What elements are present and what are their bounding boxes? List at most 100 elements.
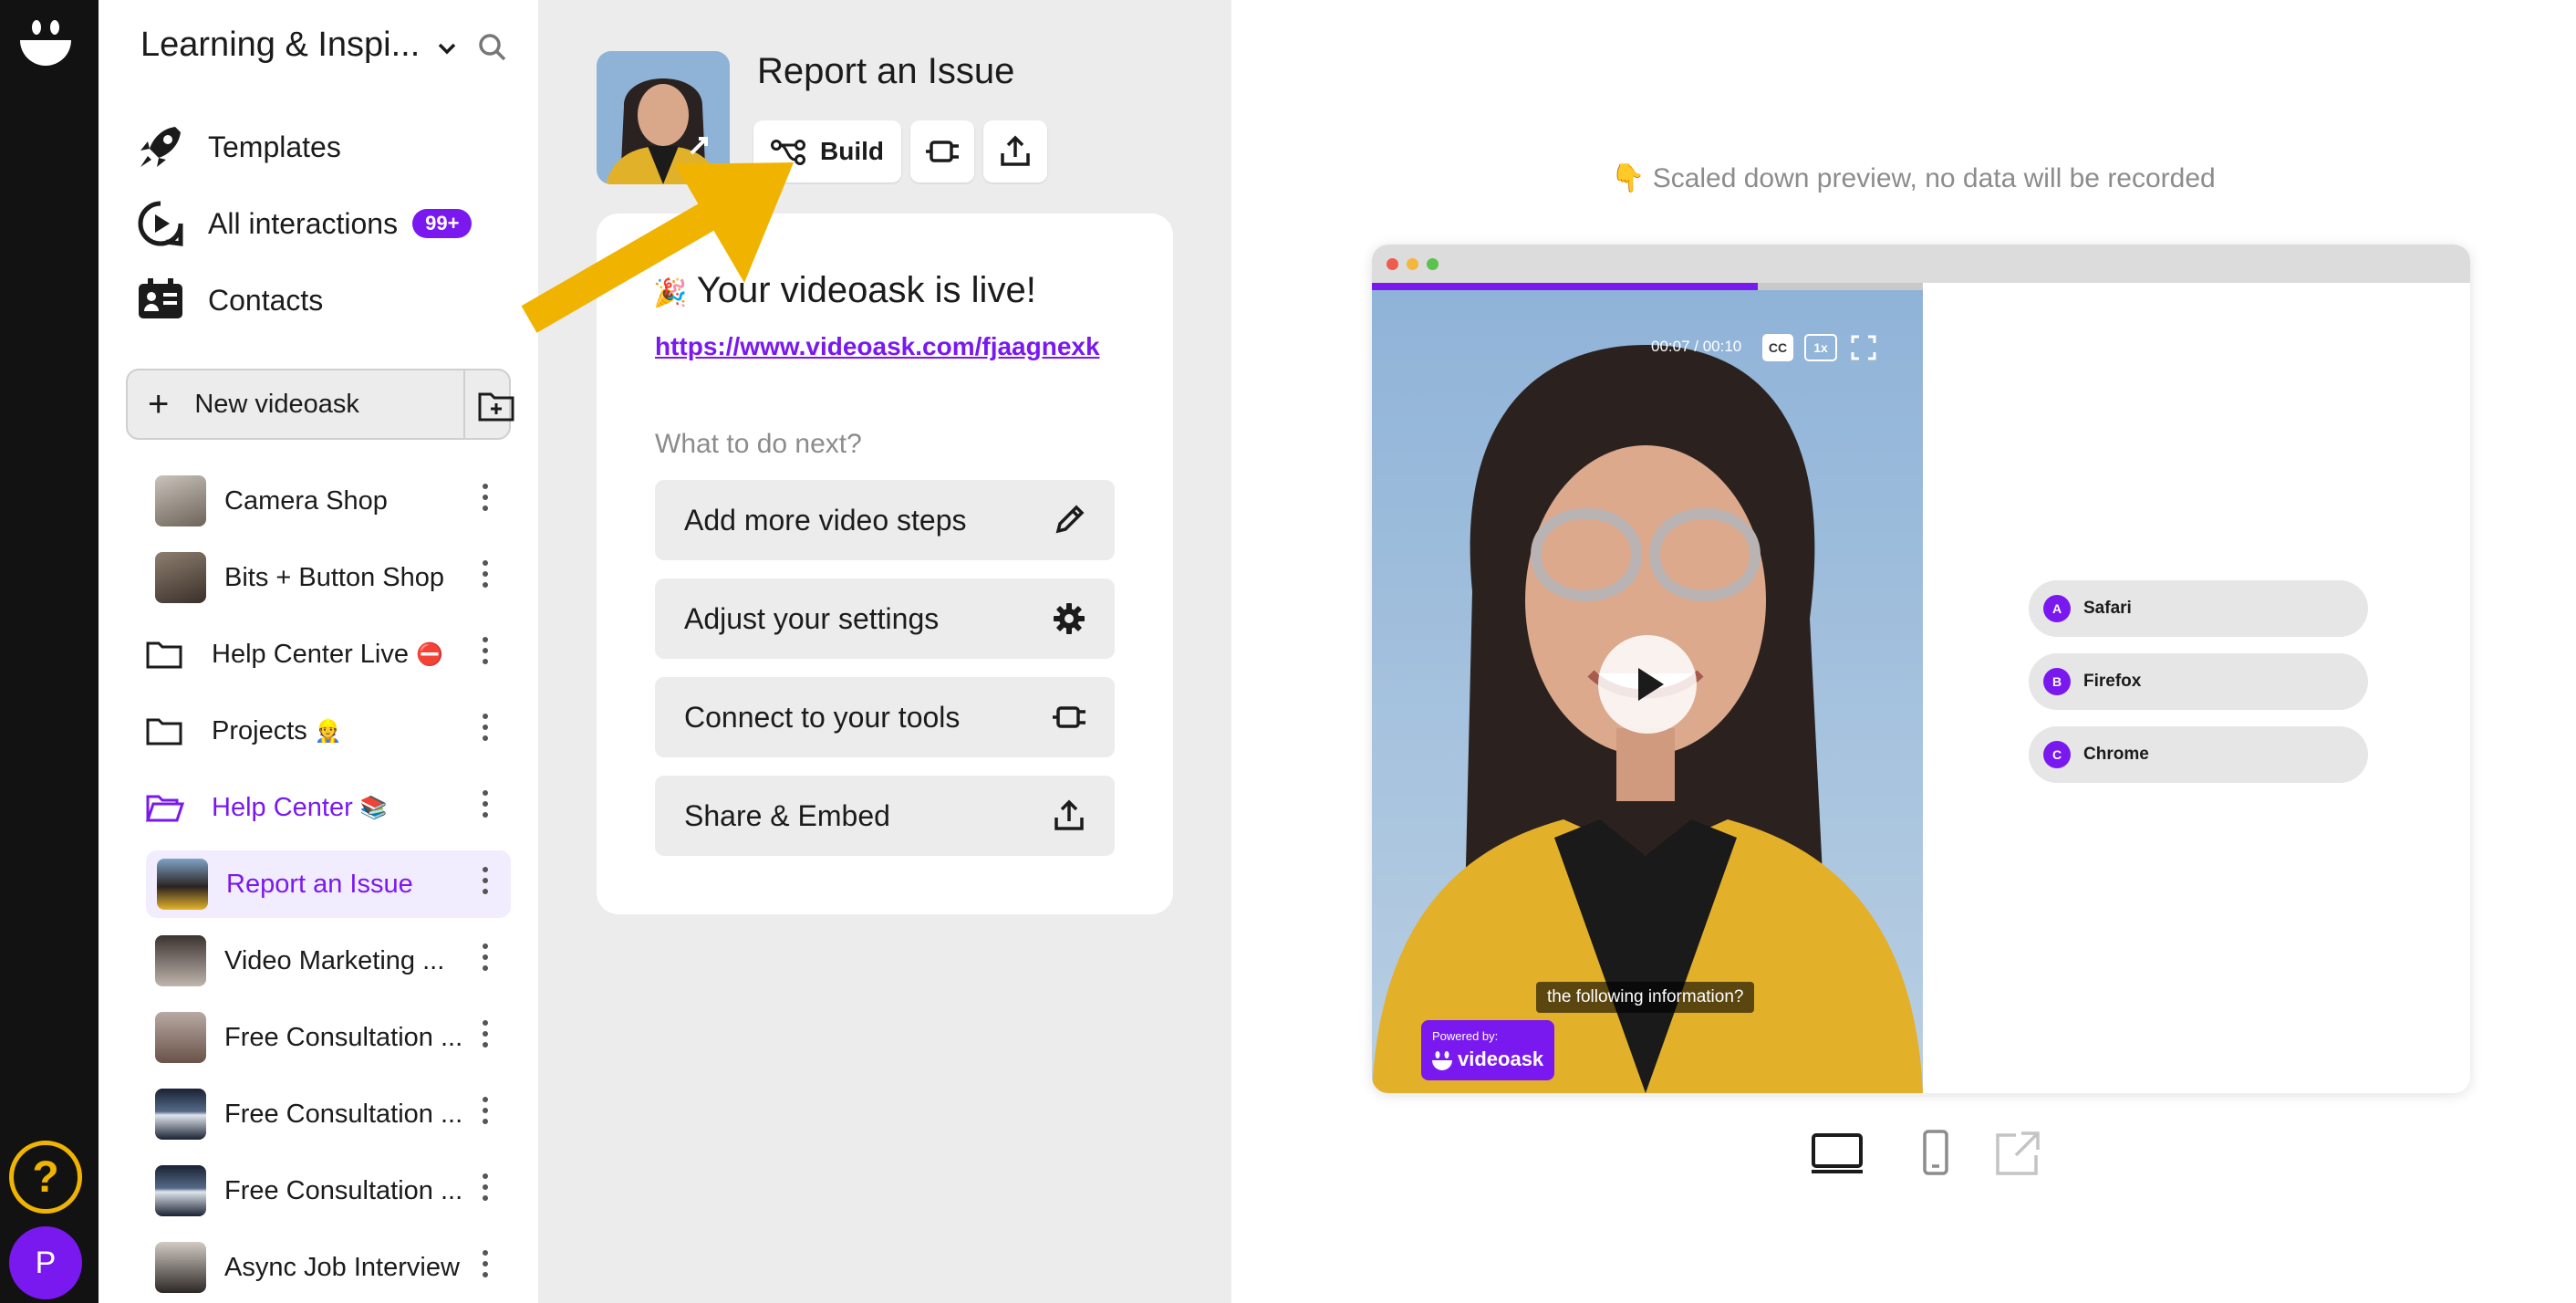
mobile-view-icon[interactable] [1906,1124,1965,1183]
new-videoask-label: New videoask [194,389,359,419]
video-time: 00:07 / 00:10 [1651,338,1742,355]
folder-item[interactable]: Help Center Live ⛔ [144,620,511,688]
list-item-label: Help Center [212,792,353,822]
video-caption: the following information? [1536,982,1755,1013]
new-videoask-button[interactable]: + New videoask [126,369,514,440]
more-options-icon[interactable] [482,560,489,595]
video-player[interactable]: 00:07 / 00:10 CC 1x the following inform… [1372,290,1923,1093]
list-item[interactable]: Free Consultation ... [144,1157,511,1225]
stop-emoji: ⛔ [416,641,443,667]
video-thumbnail [157,859,208,910]
open-external-icon[interactable] [1989,1124,2047,1183]
video-thumbnail [155,1165,206,1216]
play-bubble-icon [138,201,183,246]
choice-letter: B [2043,668,2071,695]
plug-icon [926,141,959,162]
search-icon[interactable] [474,29,511,66]
play-button[interactable] [1598,635,1697,734]
list-item-label: Report an Issue [226,869,413,899]
desktop-view-icon[interactable] [1808,1124,1866,1183]
more-options-icon[interactable] [482,790,489,825]
folder-item-open[interactable]: Help Center 📚 [144,774,511,841]
maximize-dot-icon [1427,258,1439,270]
more-options-icon[interactable] [482,867,489,902]
connect-tools-button[interactable]: Connect to your tools [655,677,1115,757]
videoask-logo-icon[interactable] [16,13,75,71]
choice-option[interactable]: B Firefox [2029,653,2368,710]
speed-button[interactable]: 1x [1804,334,1837,361]
more-options-icon[interactable] [482,1173,489,1208]
new-folder-icon[interactable] [476,385,516,425]
fullscreen-icon [1851,335,1876,360]
video-progress [1372,283,1923,290]
app-rail: ? P [0,0,99,1303]
choice-letter: A [2043,595,2071,622]
books-emoji: 📚 [359,795,388,820]
list-item-active[interactable]: Report an Issue [146,850,511,918]
count-badge: 99+ [412,209,473,238]
action-label: Add more video steps [684,503,967,537]
close-dot-icon [1387,258,1398,270]
list-item[interactable]: Free Consultation ... [144,1080,511,1148]
brand-label: videoask [1458,1048,1544,1070]
more-options-icon[interactable] [482,943,489,978]
choice-option[interactable]: A Safari [2029,580,2368,637]
help-button[interactable]: ? [9,1141,82,1214]
more-options-icon[interactable] [482,1097,489,1131]
contacts-icon [139,278,182,318]
choice-label: Chrome [2083,745,2149,764]
powered-by-badge[interactable]: Powered by: videoask [1421,1020,1554,1080]
callout-arrow-icon [521,162,794,333]
user-avatar[interactable]: P [9,1226,82,1299]
more-options-icon[interactable] [482,1020,489,1055]
play-icon [1638,668,1664,701]
folder-open-icon [145,795,184,822]
browser-preview: 00:07 / 00:10 CC 1x the following inform… [1372,245,2470,1093]
workspace-title[interactable]: Learning & Inspi... [140,26,420,65]
nav-label: All interactions [208,206,399,240]
adjust-settings-button[interactable]: Adjust your settings [655,579,1115,659]
worker-emoji: 👷 [314,718,342,744]
choice-label: Safari [2083,599,2132,618]
list-item[interactable]: Video Marketing ... [144,927,511,995]
more-options-icon[interactable] [482,714,489,748]
next-steps-label: What to do next? [655,429,862,459]
list-item[interactable]: Async Job Interview [144,1234,511,1301]
nav-label: Contacts [208,283,324,317]
more-options-icon[interactable] [482,1250,489,1285]
captions-button[interactable]: CC [1762,334,1793,361]
page-title: Report an Issue [757,51,1015,91]
more-options-icon[interactable] [482,484,489,518]
video-progress-fill [1372,283,1758,290]
choice-option[interactable]: C Chrome [2029,726,2368,783]
plug-icon [1053,706,1085,728]
nav-templates[interactable]: Templates [135,115,341,179]
plus-icon: + [148,383,170,424]
video-thumbnail [155,475,206,526]
choice-label: Firefox [2083,672,2142,691]
list-item-label: Projects [212,715,307,745]
list-item-label: Help Center Live [212,639,409,669]
list-item[interactable]: Free Consultation ... [144,1004,511,1071]
gear-icon [1054,603,1085,634]
share-button[interactable] [983,120,1047,182]
more-options-icon[interactable] [482,637,489,672]
add-video-steps-button[interactable]: Add more video steps [655,480,1115,560]
action-label: Adjust your settings [684,601,940,635]
list-item[interactable]: Camera Shop [144,467,511,535]
nav-label: Templates [208,130,341,163]
nav-contacts[interactable]: Contacts [135,268,323,332]
chevron-down-icon[interactable] [429,31,465,68]
list-item-label: Async Job Interview [224,1252,460,1282]
folder-item[interactable]: Projects 👷 [144,697,511,765]
nav-all-interactions[interactable]: All interactions 99+ [135,192,473,255]
video-thumbnail [155,552,206,603]
share-icon [1001,135,1030,166]
list-item[interactable]: Bits + Button Shop [144,544,511,611]
integrations-button[interactable] [910,120,974,182]
video-thumbnail [155,1242,206,1293]
share-embed-button[interactable]: Share & Embed [655,776,1115,856]
preview-note: 👇 Scaled down preview, no data will be r… [1611,163,2216,193]
fullscreen-button[interactable] [1848,334,1879,361]
browser-bar [1372,245,2470,283]
